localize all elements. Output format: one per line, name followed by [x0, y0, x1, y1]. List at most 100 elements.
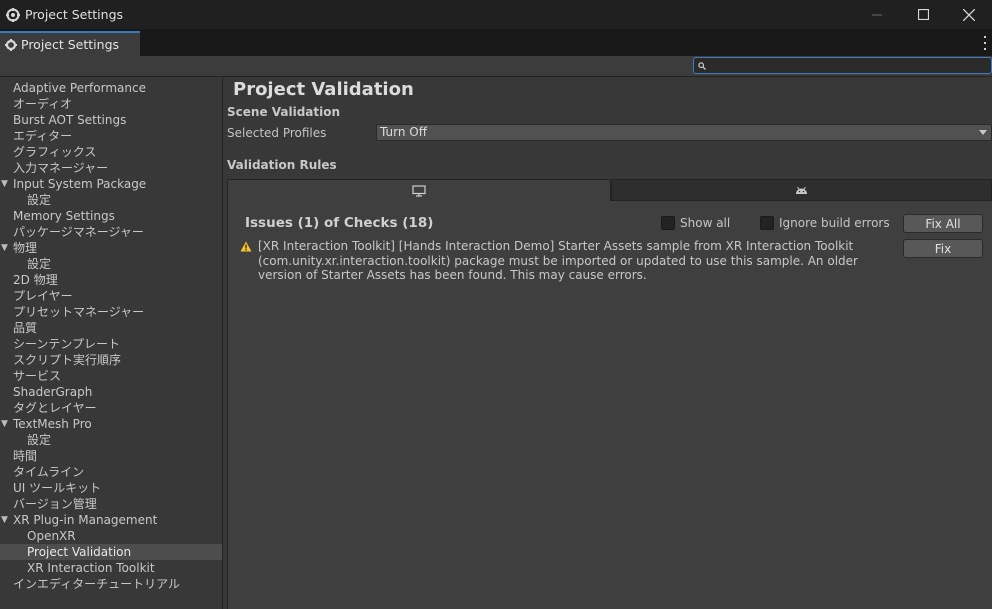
- show-all-checkbox[interactable]: Show all: [661, 216, 730, 230]
- platform-tabs: [227, 179, 992, 201]
- tab-label: Project Settings: [21, 37, 120, 52]
- sidebar-item[interactable]: OpenXR: [0, 528, 222, 544]
- fix-button[interactable]: Fix: [903, 239, 983, 258]
- sidebar-item[interactable]: 時間: [0, 448, 222, 464]
- unity-gear-icon: [6, 7, 20, 22]
- tab-project-settings[interactable]: Project Settings: [0, 31, 140, 56]
- window-controls: [854, 0, 992, 29]
- sidebar-item-label: ShaderGraph: [13, 385, 93, 399]
- sidebar-item-label: エディター: [13, 129, 73, 143]
- sidebar-item[interactable]: エディター: [0, 128, 222, 144]
- sidebar-item-label: TextMesh Pro: [13, 417, 92, 431]
- tab-android[interactable]: [611, 179, 992, 201]
- desktop-icon: [412, 184, 426, 197]
- sidebar-item-label: 入力マネージャー: [13, 161, 109, 175]
- sidebar-item[interactable]: オーディオ: [0, 96, 222, 112]
- sidebar-item-label: 設定: [27, 433, 52, 447]
- sidebar-item[interactable]: UI ツールキット: [0, 480, 222, 496]
- sidebar-item-label: 時間: [13, 449, 38, 463]
- sidebar-item-label: Adaptive Performance: [13, 81, 146, 95]
- page-title: Project Validation: [233, 79, 414, 100]
- selected-profiles-label: Selected Profiles: [227, 126, 327, 140]
- sidebar-item[interactable]: タグとレイヤー: [0, 400, 222, 416]
- sidebar-item-label: OpenXR: [27, 529, 76, 543]
- sidebar-item[interactable]: ShaderGraph: [0, 384, 222, 400]
- sidebar-item-label: Project Validation: [27, 545, 132, 559]
- sidebar-item[interactable]: 設定: [0, 192, 222, 208]
- show-all-box[interactable]: [661, 216, 675, 230]
- expand-arrow-icon[interactable]: ▼: [1, 240, 8, 256]
- sidebar-item[interactable]: 品質: [0, 320, 222, 336]
- sidebar-item[interactable]: 設定: [0, 432, 222, 448]
- expand-arrow-icon[interactable]: ▼: [1, 512, 8, 528]
- settings-sidebar: Adaptive Performance オーディオ Burst AOT Setti…: [0, 77, 223, 609]
- validation-panel: Issues (1) of Checks (18) Show all Ignor…: [227, 201, 992, 609]
- selected-profiles-dropdown[interactable]: Turn Off: [376, 124, 992, 141]
- ignore-build-errors-box[interactable]: [760, 216, 774, 230]
- sidebar-item-label: 設定: [27, 193, 52, 207]
- sidebar-item[interactable]: ▼ Input System Package: [0, 176, 222, 192]
- sidebar-item-label: 品質: [13, 321, 38, 335]
- sidebar-item-label: パッケージマネージャー: [13, 225, 144, 239]
- sidebar-item[interactable]: シーンテンプレート: [0, 336, 222, 352]
- sidebar-item[interactable]: プリセットマネージャー: [0, 304, 222, 320]
- close-button[interactable]: [946, 0, 992, 29]
- sidebar-item-label: プリセットマネージャー: [13, 305, 145, 319]
- warning-icon: [240, 241, 252, 252]
- sidebar-item-label: タイムライン: [13, 465, 85, 479]
- sidebar-item[interactable]: パッケージマネージャー: [0, 224, 222, 240]
- sidebar-item[interactable]: Adaptive Performance: [0, 80, 222, 96]
- fix-all-button[interactable]: Fix All: [903, 214, 983, 233]
- sidebar-item-label: UI ツールキット: [13, 481, 102, 495]
- gear-icon: [5, 38, 17, 51]
- tab-strip: Project Settings: [0, 29, 992, 56]
- sidebar-item[interactable]: 2D 物理: [0, 272, 222, 288]
- ignore-build-errors-label: Ignore build errors: [779, 216, 890, 230]
- sidebar-item[interactable]: Project Validation: [0, 544, 222, 560]
- sidebar-item[interactable]: プレイヤー: [0, 288, 222, 304]
- window-title: Project Settings: [25, 7, 124, 22]
- sidebar-item[interactable]: タイムライン: [0, 464, 222, 480]
- sidebar-item-label: 設定: [27, 257, 52, 271]
- sidebar-item-label: XR Plug-in Management: [13, 513, 158, 527]
- sidebar-item[interactable]: Burst AOT Settings: [0, 112, 222, 128]
- sidebar-item-label: オーディオ: [13, 97, 73, 111]
- sidebar-item[interactable]: グラフィックス: [0, 144, 222, 160]
- close-icon: [963, 8, 975, 21]
- minimize-button[interactable]: [854, 0, 900, 29]
- sidebar-item-label: インエディターチュートリアル: [13, 577, 181, 591]
- sidebar-item-label: サービス: [13, 369, 62, 383]
- sidebar-item[interactable]: ▼ XR Plug-in Management: [0, 512, 222, 528]
- tab-standalone[interactable]: [227, 179, 611, 201]
- sidebar-item[interactable]: 設定: [0, 256, 222, 272]
- sidebar-item-label: グラフィックス: [13, 145, 97, 159]
- issue-message: [XR Interaction Toolkit] [Hands Interact…: [258, 239, 858, 282]
- maximize-button[interactable]: [900, 0, 946, 29]
- show-all-label: Show all: [680, 216, 731, 230]
- sidebar-item[interactable]: スクリプト実行順序: [0, 352, 222, 368]
- maximize-icon: [917, 9, 929, 20]
- sidebar-item-label: スクリプト実行順序: [13, 353, 122, 367]
- sidebar-item[interactable]: インエディターチュートリアル: [0, 576, 222, 592]
- search-input[interactable]: [710, 59, 980, 72]
- sidebar-item-label: タグとレイヤー: [13, 401, 97, 415]
- sidebar-item[interactable]: Memory Settings: [0, 208, 222, 224]
- sidebar-item[interactable]: ▼ TextMesh Pro: [0, 416, 222, 432]
- sidebar-item[interactable]: ▼ 物理: [0, 240, 222, 256]
- search-box: [693, 57, 992, 74]
- validation-rules-heading: Validation Rules: [227, 158, 337, 172]
- sidebar-item-label: Burst AOT Settings: [13, 113, 127, 127]
- search-icon: [698, 61, 706, 70]
- minimize-icon: [872, 14, 882, 15]
- expand-arrow-icon[interactable]: ▼: [1, 176, 8, 192]
- sidebar-item[interactable]: XR Interaction Toolkit: [0, 560, 222, 576]
- search-bar: [0, 56, 992, 77]
- sidebar-item-label: Input System Package: [13, 177, 147, 191]
- sidebar-item-label: シーンテンプレート: [13, 337, 121, 351]
- sidebar-item[interactable]: サービス: [0, 368, 222, 384]
- more-options-icon[interactable]: [982, 36, 988, 50]
- sidebar-item[interactable]: 入力マネージャー: [0, 160, 222, 176]
- ignore-build-errors-checkbox[interactable]: Ignore build errors: [760, 216, 890, 230]
- expand-arrow-icon[interactable]: ▼: [1, 416, 8, 432]
- sidebar-item[interactable]: バージョン管理: [0, 496, 222, 512]
